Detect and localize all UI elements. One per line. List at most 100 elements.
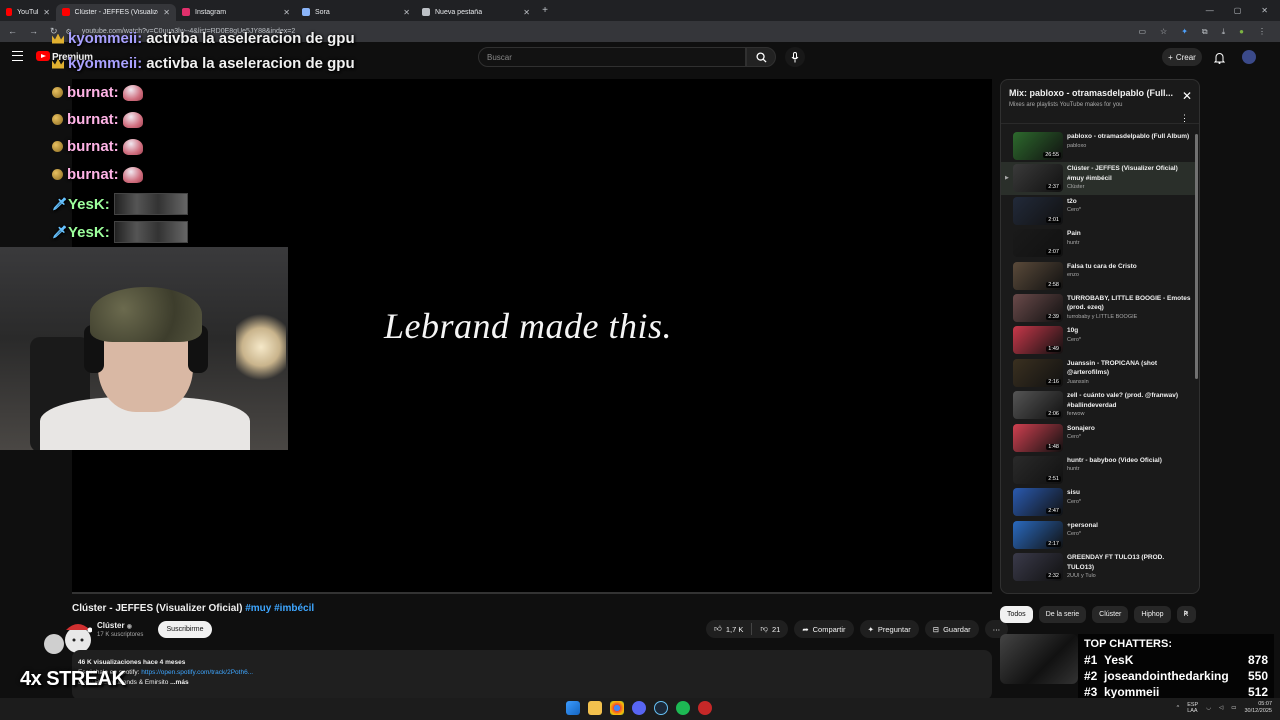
search-button[interactable] (746, 47, 776, 67)
battery-icon[interactable]: ▭ (1231, 705, 1236, 711)
playlist-item[interactable]: 2:32 GREENDAY FT TULO13 (PROD. TULO13) 2UU… (1001, 551, 1197, 583)
playlist-item[interactable]: 26:55 pabloxo - otramasdelpablo (Full Alb… (1001, 130, 1197, 162)
browser-tab[interactable]: Clúster - JEFFES (Visualizer ✕ (56, 3, 176, 21)
extension-icon[interactable]: ✦ (1181, 27, 1188, 37)
tab-close-icon[interactable]: ✕ (43, 8, 50, 17)
playlist-item-duration: 2:01 (1046, 216, 1061, 223)
clock[interactable]: 05:07 30/12/2025 (1244, 701, 1272, 715)
chat-username: burnat (67, 166, 114, 183)
taskbar-apps (566, 701, 712, 715)
save-button[interactable]: ⊟ Guardar (924, 620, 979, 638)
playlist-item[interactable]: 2:58 Falsa tu cara de Cristo enzo (1001, 260, 1197, 292)
close-icon[interactable]: ✕ (1182, 89, 1192, 103)
account-avatar[interactable] (1242, 50, 1256, 64)
playlist-item[interactable]: 2:16 Juanssin - TROPICANA (shot @arterofi… (1001, 357, 1197, 389)
playlist-item-artist: Clúster (1067, 184, 1085, 191)
tab-close-icon[interactable]: ✕ (283, 8, 290, 17)
cast-icon[interactable]: ▭ (1138, 27, 1146, 37)
playlist-item-thumbnail: 2:58 (1013, 261, 1063, 290)
tab-close-icon[interactable]: ✕ (403, 8, 410, 17)
playlist-item[interactable]: 2:17 +personal Cero* (1001, 519, 1197, 551)
filter-chip[interactable]: Clúster (1092, 606, 1129, 623)
maximize-icon[interactable]: ▢ (1234, 6, 1242, 15)
playlist-item-artist: pabloxo (1067, 142, 1087, 149)
playlist-item-thumbnail: 2:17 (1013, 520, 1063, 549)
playlist-item[interactable]: 2:07 Pain huntr (1001, 227, 1197, 259)
ask-button[interactable]: ✦ Preguntar (859, 620, 919, 638)
playlist-item-duration: 26:55 (1043, 152, 1061, 158)
playlist-item[interactable]: 1:48 Sonajero Cero* (1001, 422, 1197, 454)
playlist-item-duration: 2:37 (1046, 184, 1061, 191)
spotify-link[interactable]: https://open.spotify.com/track/2Poth6... (141, 669, 253, 676)
video-progress-bar[interactable] (72, 592, 992, 594)
playlist-item-artist: huntr (1067, 239, 1080, 246)
chat-username: burnat (67, 111, 114, 128)
notifications-bell-icon[interactable] (1213, 51, 1226, 69)
menu-dots-icon[interactable]: ⋮ (1258, 27, 1266, 37)
browser-tab[interactable]: Sora ✕ (296, 4, 416, 21)
video-hashtags[interactable]: #muy #imbécil (245, 603, 314, 614)
close-window-icon[interactable]: ✕ (1261, 6, 1268, 15)
new-tab-button[interactable]: + (536, 5, 554, 16)
playlist-item-duration: 2:58 (1046, 281, 1061, 288)
minimize-icon[interactable]: — (1206, 6, 1214, 15)
discord-icon[interactable] (632, 701, 646, 715)
now-playing-icon: ▶ (1005, 175, 1009, 182)
youtube-logo-icon[interactable] (36, 51, 50, 61)
profile-icon[interactable]: ● (1239, 27, 1244, 37)
system-tray: ^ ESP LAA ◡ ◁ ▭ 05:07 30/12/2025 (1177, 701, 1272, 715)
voice-search-button[interactable] (785, 47, 805, 67)
language-indicator[interactable]: ESP LAA (1187, 702, 1198, 714)
playlist-subtitle: Mixes are playlists YouTube makes for yo… (1009, 102, 1123, 108)
top-chatter-name: YesK (1104, 653, 1134, 667)
search-input[interactable]: Buscar (478, 47, 746, 67)
playlist-item[interactable]: 2:01 t2o Cero* (1001, 195, 1197, 227)
playlist-scrollbar[interactable] (1195, 134, 1198, 379)
volume-icon[interactable]: ◁ (1219, 705, 1223, 711)
like-button[interactable]: 👍︎ 1,7 K (706, 620, 751, 638)
top-chatter-rank: #1 (1084, 653, 1098, 667)
filter-chip[interactable]: Hiphop (1134, 606, 1171, 623)
wifi-icon[interactable]: ◡ (1206, 705, 1211, 711)
windows-start-icon[interactable] (566, 701, 580, 715)
filter-chip[interactable]: De la serie (1038, 606, 1087, 623)
back-icon[interactable]: ← (8, 26, 17, 37)
show-more-link[interactable]: ...más (170, 679, 188, 686)
filter-chip[interactable]: Todos (1000, 606, 1033, 623)
playlist-item[interactable]: 1:49 10g Cero* (1001, 324, 1197, 356)
playlist-item-info: huntr - babyboo (Video Oficial) huntr (1067, 456, 1193, 473)
browser-tab[interactable]: Nueva pestaña ✕ (416, 4, 536, 21)
playlist-item[interactable]: 2:06 zell - cuánto vale? (prod. @franwav)… (1001, 389, 1197, 421)
coin-badge-icon (52, 169, 63, 180)
forward-icon[interactable]: → (29, 26, 38, 37)
puzzle-icon[interactable]: ⧉ (1202, 27, 1208, 37)
more-vert-icon[interactable]: ⋮ (1180, 113, 1189, 124)
hamburger-menu-icon[interactable] (12, 51, 23, 61)
subscribe-button[interactable]: Suscribirme (158, 621, 212, 638)
browser-tab[interactable]: YouTube ✕ (0, 4, 56, 21)
browser-tab[interactable]: Instagram ✕ (176, 4, 296, 21)
playlist-item[interactable]: 2:47 sisu Cero* (1001, 486, 1197, 518)
tab-close-icon[interactable]: ✕ (523, 8, 530, 17)
recommendation-thumbnail[interactable] (1000, 634, 1078, 684)
spotify-icon[interactable] (676, 701, 690, 715)
dislike-button[interactable]: 👎︎ 21 (752, 620, 788, 638)
chrome-icon[interactable] (610, 701, 624, 715)
share-button[interactable]: ➦ Compartir (794, 620, 854, 638)
playlist-title[interactable]: Mix: pabloxo - otramasdelpablo (Full... (1009, 88, 1177, 98)
tray-chevron-icon[interactable]: ^ (1177, 705, 1180, 711)
plus-icon: + (1168, 52, 1173, 62)
file-explorer-icon[interactable] (588, 701, 602, 715)
app-icon[interactable] (698, 701, 712, 715)
playlist-item[interactable]: 2:39 TURROBABY, LITTLE BOOGIE - Emotes (p… (1001, 292, 1197, 324)
chevron-right-icon[interactable]: › (1184, 607, 1187, 618)
download-icon[interactable]: ⤓ (1222, 27, 1226, 37)
playlist-item[interactable]: 2:51 huntr - babyboo (Video Oficial) huntr (1001, 454, 1197, 486)
create-button[interactable]: + Crear (1162, 48, 1202, 66)
steam-icon[interactable] (654, 701, 668, 715)
playlist-item[interactable]: ▶ 2:37 Clúster - JEFFES (Visualizer Oficia… (1001, 162, 1197, 195)
tab-close-icon[interactable]: ✕ (163, 8, 170, 17)
channel-name[interactable]: Clúster ◉ (97, 621, 132, 630)
bookmark-star-icon[interactable]: ☆ (1160, 27, 1167, 37)
video-description[interactable]: 46 K visualizaciones hace 4 meses Escúch… (72, 650, 992, 700)
